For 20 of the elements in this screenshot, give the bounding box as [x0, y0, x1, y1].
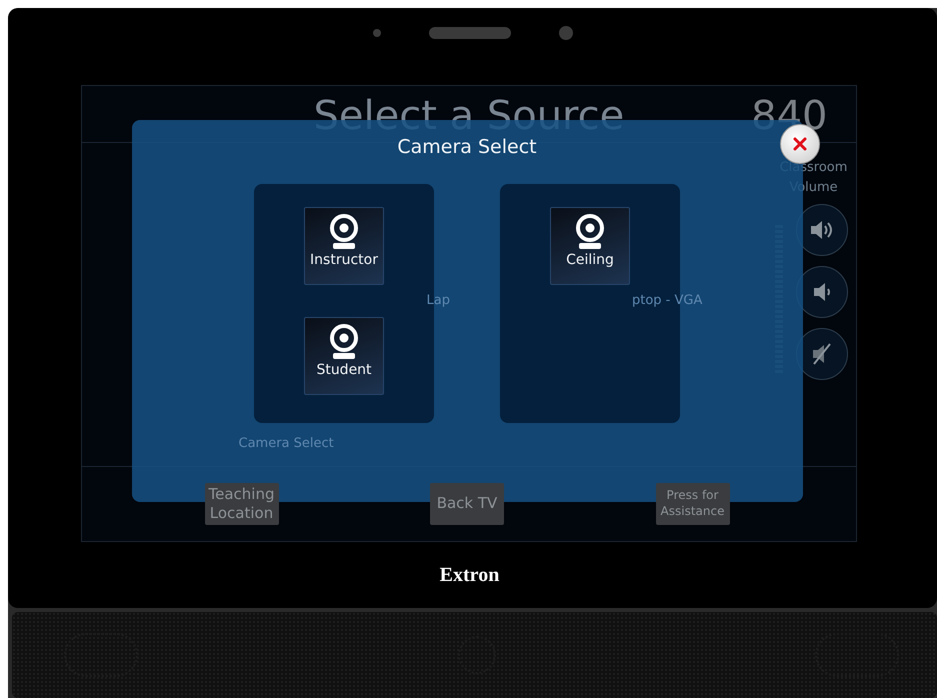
section-label: Camera Select [238, 436, 334, 451]
footer-button[interactable]: Teaching Location [204, 483, 278, 525]
camera-button[interactable]: Student [304, 317, 384, 395]
webcam-icon [329, 324, 359, 360]
camera-button[interactable]: Instructor [304, 207, 384, 285]
camera-button[interactable]: Ceiling [550, 207, 630, 285]
footer-button[interactable]: Press for Assistance [656, 483, 730, 525]
sensor-dot [372, 29, 380, 37]
dialog-title: Camera Select [397, 136, 537, 158]
webcam-icon [329, 214, 359, 250]
mute-icon [810, 342, 832, 366]
brand-logo: Extron [440, 564, 500, 587]
webcam-icon [575, 214, 605, 250]
volume-up-icon [808, 218, 834, 242]
footer-button[interactable]: Back TV [430, 483, 504, 525]
volume-down-icon [812, 280, 832, 304]
close-icon [792, 137, 806, 151]
camera-lens [558, 26, 572, 40]
source-label: Lap [426, 293, 450, 308]
source-label: ptop - VGA [632, 293, 702, 308]
